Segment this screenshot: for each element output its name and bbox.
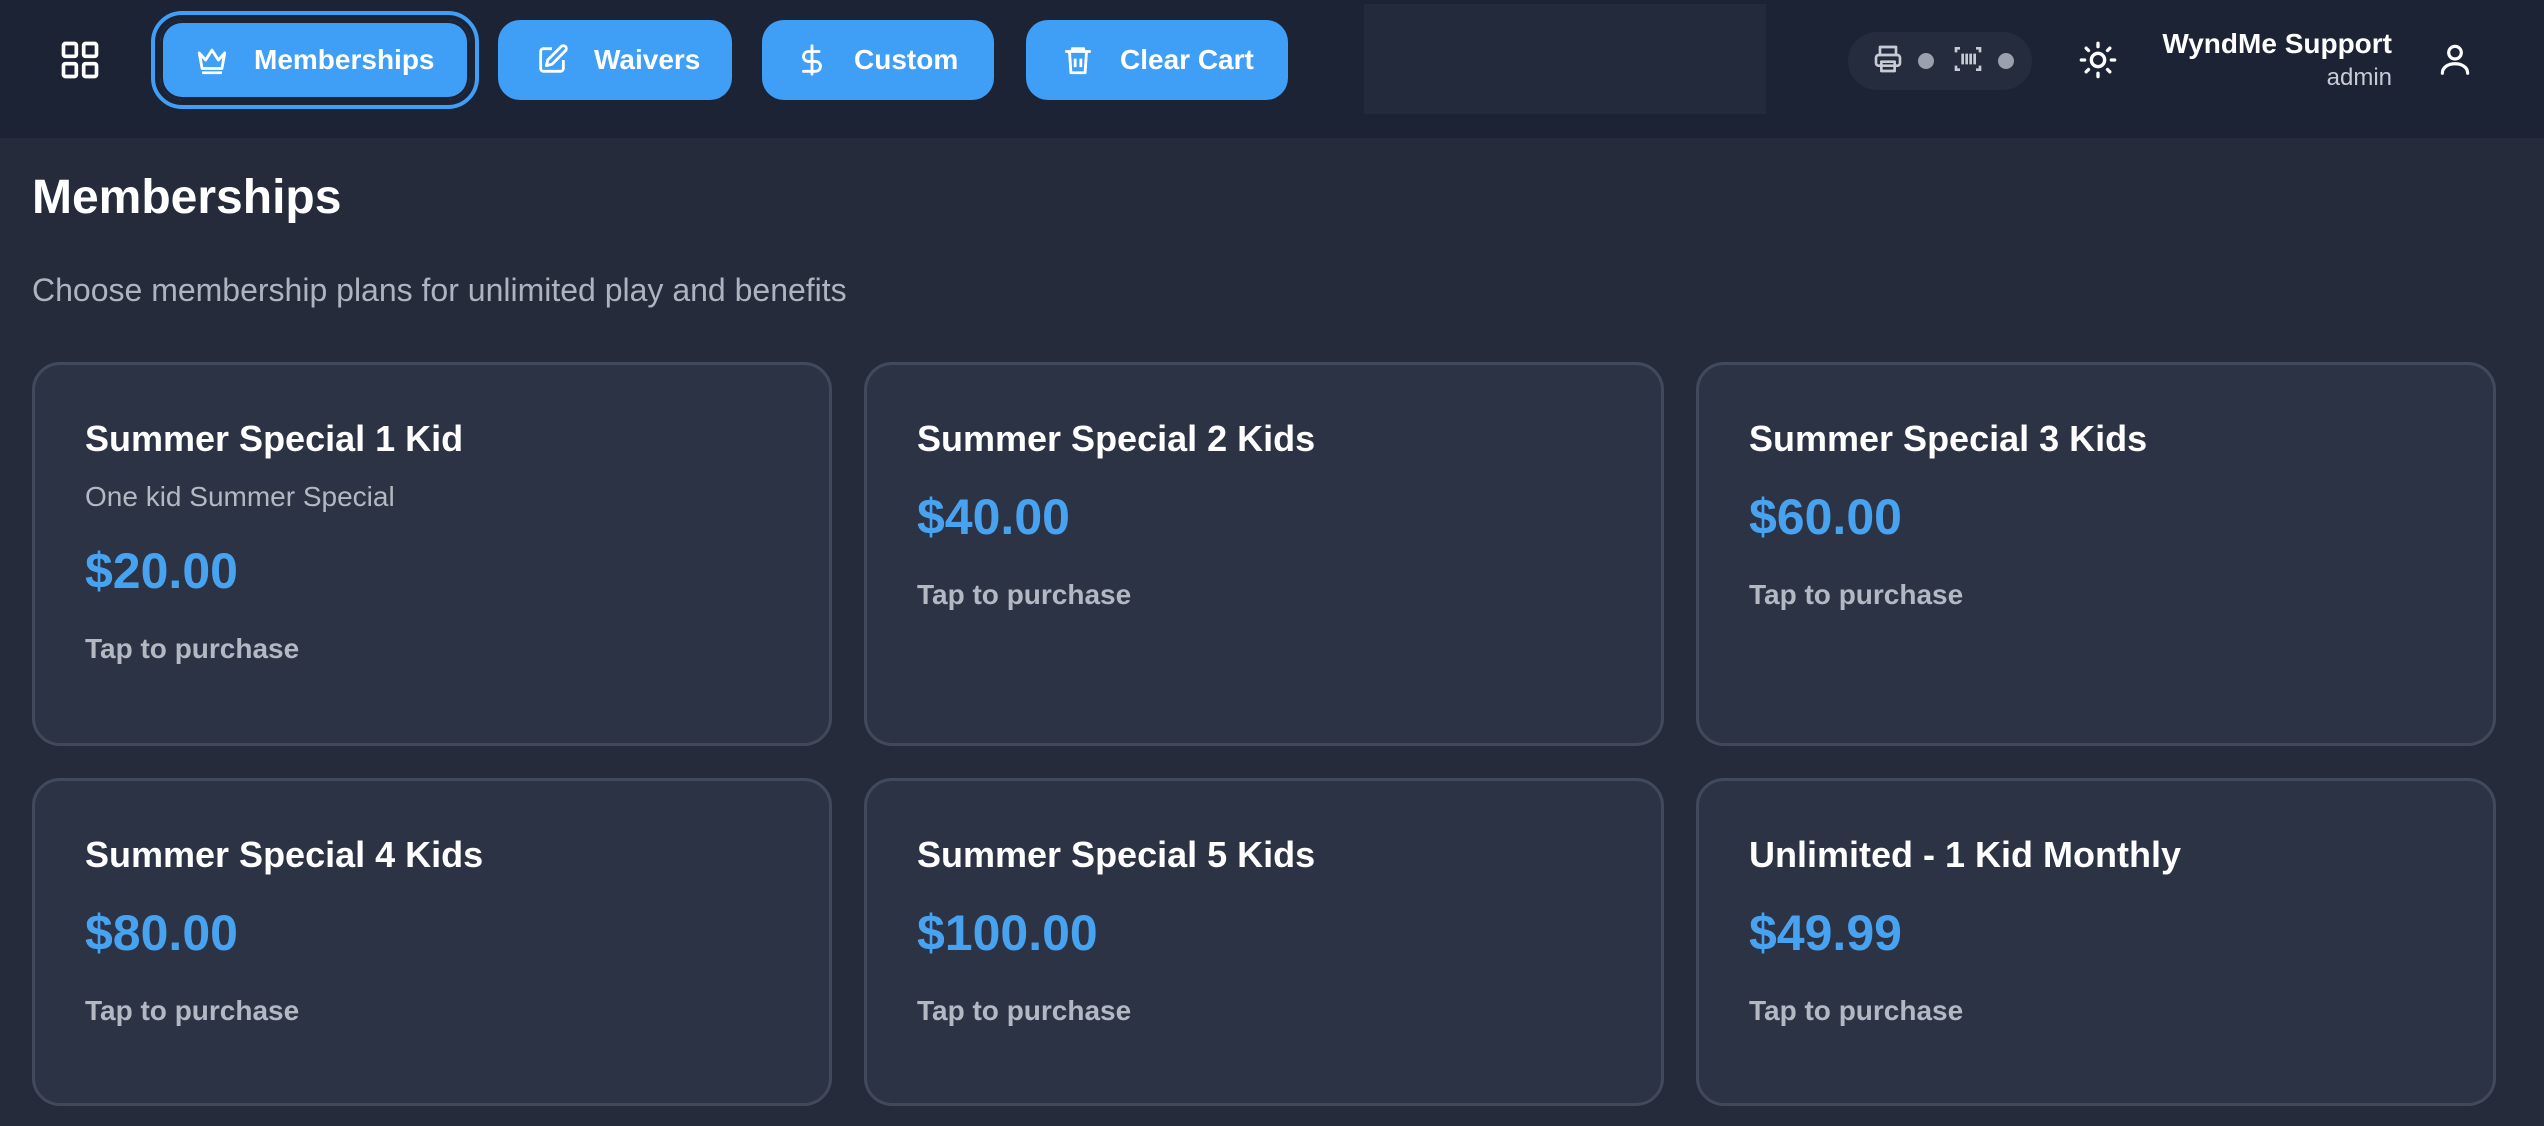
barcode-scanner-icon <box>1952 43 1984 80</box>
membership-card-summer-4-kids[interactable]: Summer Special 4 Kids $80.00 Tap to purc… <box>32 778 832 1106</box>
membership-card-summer-2-kids[interactable]: Summer Special 2 Kids $40.00 Tap to purc… <box>864 362 1664 746</box>
edit-icon <box>532 40 572 80</box>
membership-card-summer-3-kids[interactable]: Summer Special 3 Kids $60.00 Tap to purc… <box>1696 362 2496 746</box>
scanner-status-dot <box>1998 53 2014 69</box>
apps-grid-icon[interactable] <box>54 34 106 86</box>
sun-icon[interactable] <box>2076 38 2120 82</box>
card-price: $49.99 <box>1749 905 1902 961</box>
card-cta: Tap to purchase <box>917 579 1132 610</box>
card-price: $40.00 <box>917 489 1070 545</box>
user-info: WyndMe Support admin <box>2162 26 2392 94</box>
card-title: Summer Special 4 Kids <box>85 834 484 875</box>
clear-cart-label: Clear Cart <box>1120 44 1254 75</box>
empty-panel <box>1364 4 1766 114</box>
card-title: Unlimited - 1 Kid Monthly <box>1749 834 2181 875</box>
printer-icon <box>1872 43 1904 80</box>
card-cta: Tap to purchase <box>1749 995 1964 1026</box>
waivers-label: Waivers <box>594 44 701 75</box>
membership-card-summer-1-kid[interactable]: Summer Special 1 Kid One kid Summer Spec… <box>32 362 832 746</box>
card-cta: Tap to purchase <box>917 995 1132 1026</box>
page-subtitle: Choose membership plans for unlimited pl… <box>32 272 847 308</box>
membership-card-summer-5-kids[interactable]: Summer Special 5 Kids $100.00 Tap to pur… <box>864 778 1664 1106</box>
waivers-button[interactable]: Waivers <box>498 20 732 100</box>
card-description: One kid Summer Special <box>85 481 395 512</box>
user-icon[interactable] <box>2432 36 2478 82</box>
printer-status-dot <box>1918 53 1934 69</box>
clear-cart-button[interactable]: Clear Cart <box>1026 20 1288 100</box>
device-status-pill <box>1848 32 2032 90</box>
card-title: Summer Special 3 Kids <box>1749 418 2148 459</box>
card-cta: Tap to purchase <box>1749 579 1964 610</box>
user-name: WyndMe Support <box>2162 28 2392 59</box>
memberships-label: Memberships <box>254 44 435 75</box>
card-title: Summer Special 2 Kids <box>917 418 1316 459</box>
card-title: Summer Special 1 Kid <box>85 418 464 459</box>
card-title: Summer Special 5 Kids <box>917 834 1316 875</box>
custom-button[interactable]: Custom <box>762 20 994 100</box>
card-price: $100.00 <box>917 905 1098 961</box>
user-role: admin <box>2326 64 2392 91</box>
card-price: $20.00 <box>85 543 238 599</box>
custom-label: Custom <box>854 44 959 75</box>
dollar-icon <box>792 40 832 80</box>
card-cta: Tap to purchase <box>85 633 300 664</box>
card-cta: Tap to purchase <box>85 995 300 1026</box>
top-bar: Memberships Waivers Custom Clear Cart Wy… <box>0 0 2544 138</box>
card-price: $80.00 <box>85 905 238 961</box>
card-price: $60.00 <box>1749 489 1902 545</box>
trash-icon <box>1058 40 1098 80</box>
page-title: Memberships <box>32 171 342 224</box>
membership-card-unlimited-1-kid-monthly[interactable]: Unlimited - 1 Kid Monthly $49.99 Tap to … <box>1696 778 2496 1106</box>
crown-icon <box>192 40 232 80</box>
memberships-button[interactable]: Memberships <box>151 11 479 109</box>
